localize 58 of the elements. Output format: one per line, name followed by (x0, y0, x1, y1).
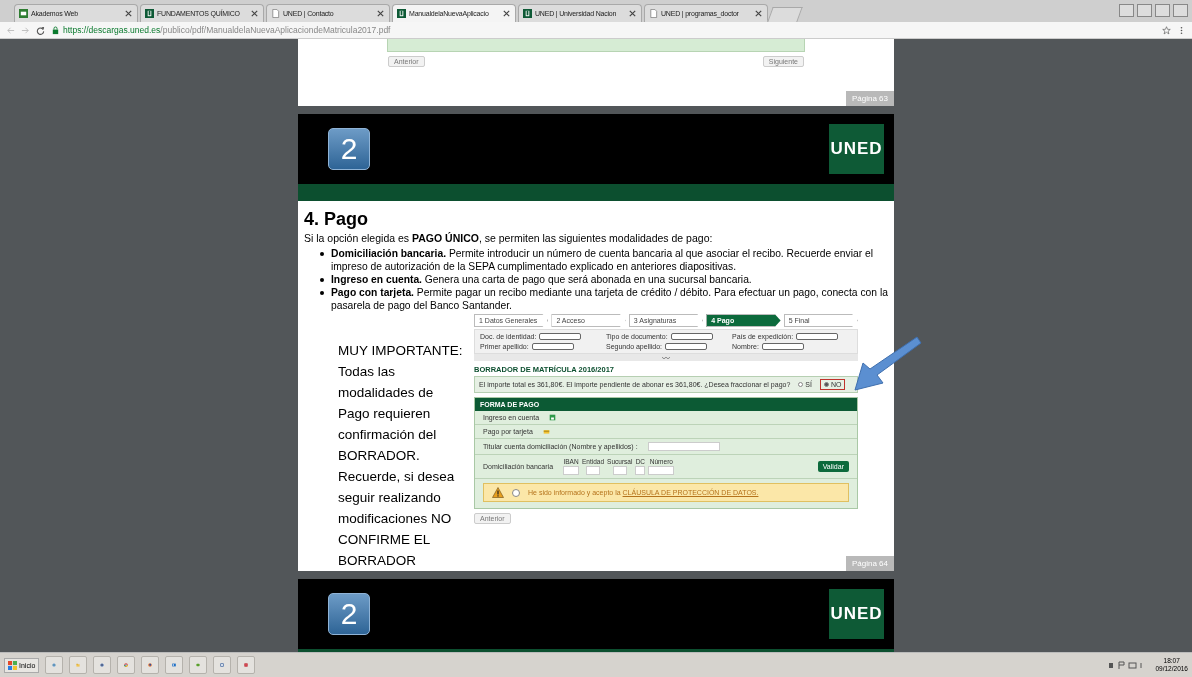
checkbox[interactable] (512, 488, 520, 497)
bullet-text: Ingreso en cuenta. Genera una carta de pago que será abonada en una sucursal bancaria. (331, 273, 752, 286)
slide-heading: 4. Pago (304, 209, 370, 230)
taskbar-button[interactable] (213, 656, 232, 674)
star-icon (1162, 25, 1171, 35)
bullet-text: Pago con tarjeta. Permite pagar un recibo mediante una tarjeta de crédito / débito. Para efectuar un pago, conecta con la pasarela de pago del Banco Santander. (331, 286, 889, 312)
forward-arrow-icon (21, 25, 30, 35)
maximize-button[interactable] (1155, 4, 1170, 17)
taskbar-button[interactable] (237, 656, 256, 674)
close-icon (754, 9, 763, 18)
new-tab-button[interactable] (767, 7, 803, 22)
close-icon (376, 9, 385, 18)
taskbar-button[interactable] (117, 656, 136, 674)
note-text: MUY IMPORTANTE: Todas las modalidades de Pago requieren confirmación del BORRADOR. Recuerde, si desea seguir realizando modificaciones NO CONFIRME EL BORRADOR (338, 342, 464, 570)
minimize-button[interactable] (1137, 4, 1152, 17)
input-field[interactable] (531, 343, 574, 350)
windows-logo-icon (8, 660, 17, 670)
reload-icon (36, 25, 45, 35)
taskbar-button[interactable] (141, 656, 160, 674)
close-button[interactable] (1173, 4, 1188, 17)
bullet-icon (320, 291, 324, 295)
lock-icon (51, 25, 60, 35)
logo: UNED (829, 124, 884, 174)
warning-icon (492, 487, 504, 498)
site-logo-icon (397, 9, 406, 18)
site-logo-icon (145, 9, 154, 18)
callout-arrow (853, 336, 923, 392)
page-number-label: Página 63 (845, 91, 894, 106)
bullet-icon (320, 252, 324, 256)
input-field[interactable] (670, 333, 713, 340)
page-icon (271, 9, 280, 18)
close-icon (502, 9, 511, 18)
input-field[interactable] (796, 333, 839, 340)
page-icon (649, 9, 658, 18)
close-icon (250, 9, 259, 18)
site-logo-icon (523, 9, 532, 18)
collapse-icon (662, 356, 670, 360)
user-button[interactable] (1119, 4, 1134, 17)
close-icon (628, 9, 637, 18)
slide-number-badge: 2 (328, 128, 370, 170)
input-field[interactable] (761, 343, 804, 350)
input-field[interactable] (665, 343, 708, 350)
site-logo-icon (19, 9, 28, 18)
card-icon (542, 428, 550, 435)
input-field[interactable] (539, 333, 582, 340)
taskbar-button[interactable] (45, 656, 64, 674)
taskbar-button[interactable] (93, 656, 112, 674)
taskbar-button[interactable] (189, 656, 208, 674)
logo: UNED (829, 589, 884, 639)
taskbar-button[interactable] (165, 656, 184, 674)
back-arrow-icon (6, 25, 15, 35)
taskbar-button[interactable] (69, 656, 88, 674)
slide-number-badge: 2 (328, 593, 370, 635)
page-number-label: Página 64 (845, 556, 894, 571)
bullet-icon (320, 278, 324, 282)
close-icon (124, 9, 133, 18)
bullet-text: Domiciliación bancaria. Permite introducir un número de cuenta bancaria al que asociar el recibo. Recuerde enviar el impreso de autorización de la SEPA cumplimentado explicado en anteriores diapositivas. (331, 247, 874, 273)
intro-text: Si la opción elegida es PAGO ÚNICO, se permiten las siguientes modalidades de pago: (304, 232, 714, 244)
